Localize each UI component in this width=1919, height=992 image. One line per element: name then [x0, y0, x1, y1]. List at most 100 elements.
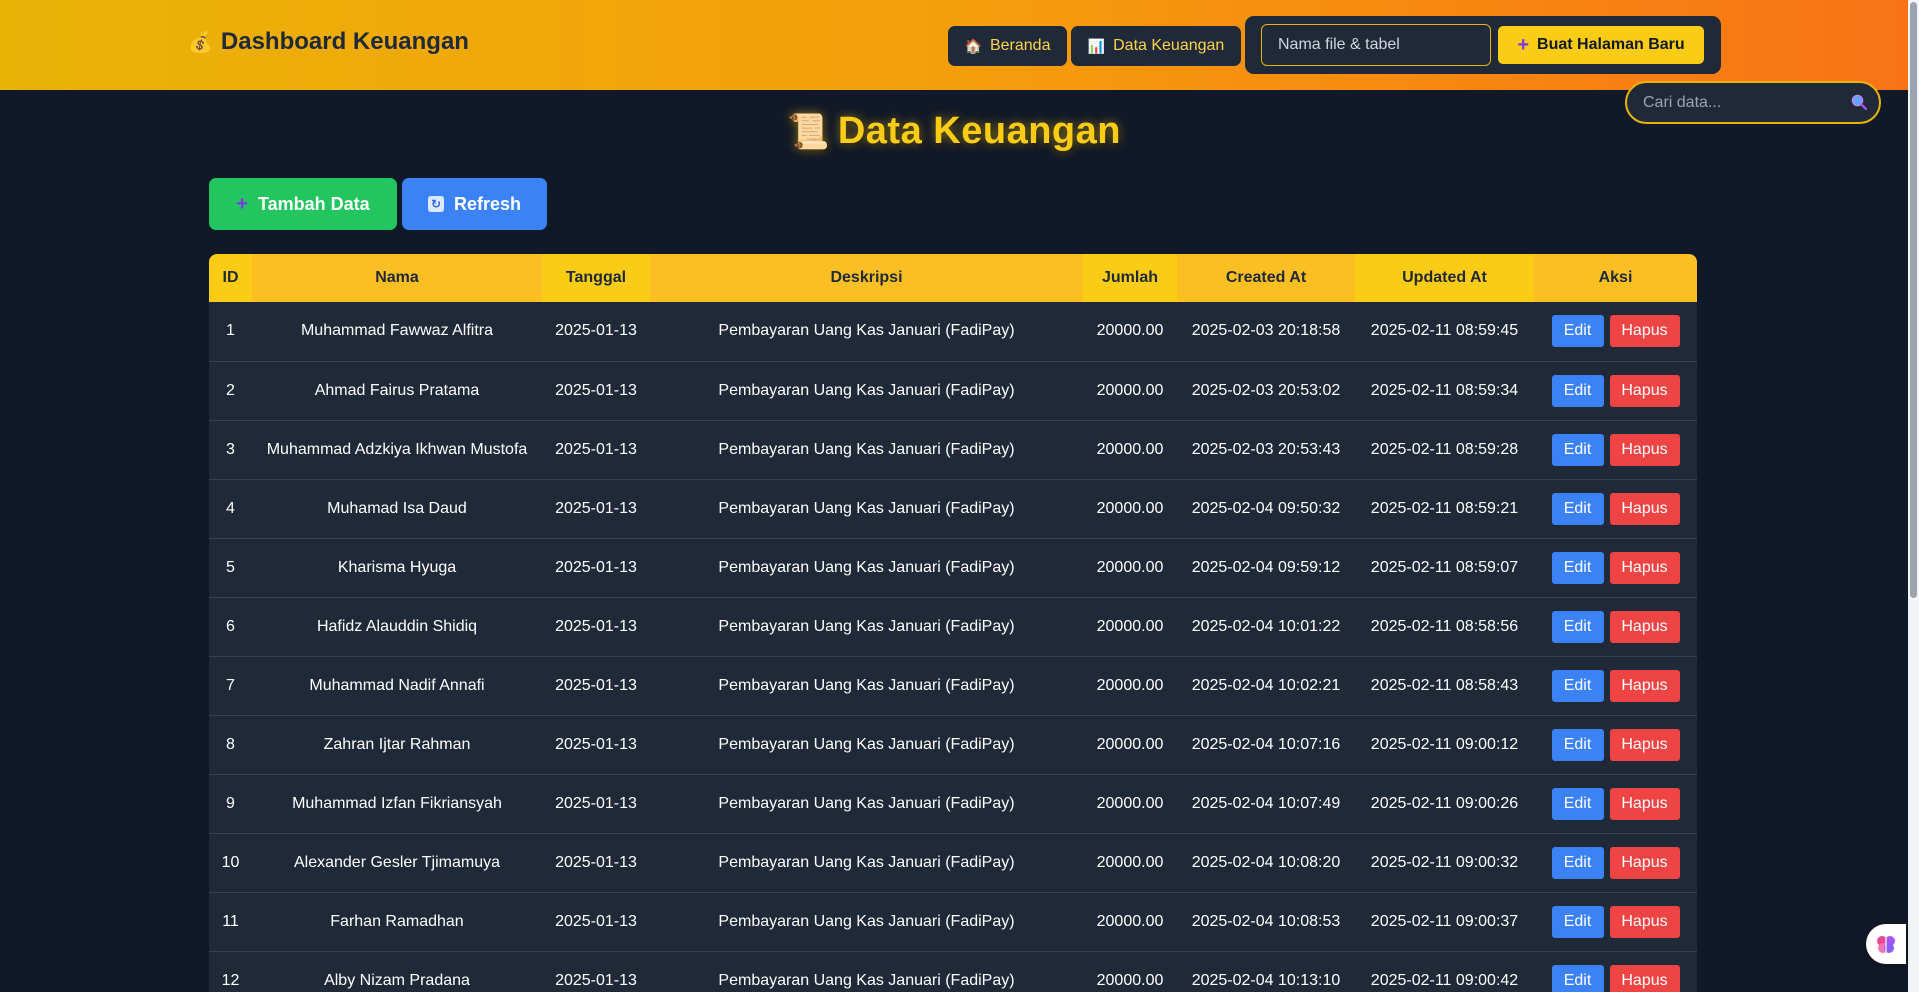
column-header-deskripsi[interactable]: Deskripsi	[650, 254, 1083, 302]
cell-nama: Alexander Gesler Tjimamuya	[293, 853, 500, 871]
delete-button[interactable]: Hapus	[1609, 315, 1680, 348]
column-header-tanggal[interactable]: Tanggal	[542, 254, 650, 302]
finance-table-container: ID Nama Tanggal Deskripsi Jumlah Created…	[209, 254, 1697, 992]
cell-jumlah: 20000.00	[1096, 794, 1164, 812]
cell-aksi: Edit Hapus	[1534, 656, 1697, 715]
cell-tanggal: 2025-01-13	[555, 735, 637, 753]
edit-button[interactable]: Edit	[1551, 374, 1604, 407]
cell-aksi: Edit Hapus	[1534, 774, 1697, 833]
add-data-label: Tambah Data	[257, 193, 370, 214]
delete-button[interactable]: Hapus	[1609, 787, 1680, 820]
cell-nama: Muhammad Nadif Annafi	[309, 676, 485, 694]
edit-button[interactable]: Edit	[1551, 905, 1604, 938]
brand-title: Dashboard Keuangan	[220, 28, 469, 55]
cell-aksi: Edit Hapus	[1534, 420, 1697, 479]
table-row: 4 Muhamad Isa Daud 2025-01-13 Pembayaran Ua…	[209, 479, 1697, 538]
delete-button[interactable]: Hapus	[1609, 610, 1680, 643]
cell-updated-at: 2025-02-11 08:58:56	[1370, 617, 1519, 635]
brain-icon	[1877, 936, 1895, 953]
delete-button[interactable]: Hapus	[1609, 492, 1680, 525]
cell-created-at: 2025-02-04 10:02:21	[1191, 676, 1341, 694]
cell-updated-at: 2025-02-11 09:00:12	[1370, 735, 1519, 753]
file-table-name-input[interactable]	[1261, 24, 1491, 66]
column-header-nama[interactable]: Nama	[252, 254, 542, 302]
delete-button[interactable]: Hapus	[1609, 905, 1680, 938]
cell-tanggal: 2025-01-13	[555, 499, 637, 517]
cell-updated-at: 2025-02-11 08:59:21	[1370, 499, 1519, 517]
table-body: 1 Muhammad Fawwaz Alfitra 2025-01-13 Pembay…	[209, 302, 1697, 992]
delete-button[interactable]: Hapus	[1609, 374, 1680, 407]
cell-tanggal: 2025-01-13	[555, 381, 637, 399]
cell-updated-at: 2025-02-11 09:00:42	[1370, 971, 1519, 989]
cell-updated-at: 2025-02-11 08:59:28	[1370, 440, 1519, 458]
delete-button[interactable]: Hapus	[1609, 728, 1680, 761]
edit-button[interactable]: Edit	[1551, 610, 1604, 643]
top-header: 💰 Dashboard Keuangan 🏠 Beranda 📊 Data Ke…	[0, 0, 1908, 90]
cell-created-at: 2025-02-04 09:59:12	[1191, 558, 1341, 576]
edit-button[interactable]: Edit	[1551, 669, 1604, 702]
column-header-created-at[interactable]: Created At	[1177, 254, 1355, 302]
delete-button[interactable]: Hapus	[1609, 669, 1680, 702]
edit-button[interactable]: Edit	[1551, 433, 1604, 466]
table-row: 9 Muhammad Izfan Fikriansyah 2025-01-13 Pem…	[209, 774, 1697, 833]
add-data-button[interactable]: + Tambah Data	[209, 178, 397, 230]
cell-jumlah: 20000.00	[1096, 912, 1164, 930]
cell-jumlah: 20000.00	[1096, 971, 1164, 989]
assistant-extension-button[interactable]	[1866, 924, 1906, 964]
brand[interactable]: 💰 Dashboard Keuangan	[188, 28, 469, 56]
page-title: 📜 Data Keuangan	[0, 110, 1908, 153]
page-scrollbar[interactable]	[1908, 0, 1919, 992]
edit-button[interactable]: Edit	[1551, 551, 1604, 584]
edit-button[interactable]: Edit	[1551, 787, 1604, 820]
table-row: 8 Zahran Ijtar Rahman 2025-01-13 Pembayaran…	[209, 715, 1697, 774]
edit-button[interactable]: Edit	[1551, 728, 1604, 761]
nav-data-keuangan-label: Data Keuangan	[1113, 37, 1225, 54]
refresh-icon: ↻	[427, 196, 444, 212]
edit-button[interactable]: Edit	[1551, 492, 1604, 525]
column-header-id[interactable]: ID	[209, 254, 252, 302]
cell-aksi: Edit Hapus	[1534, 302, 1697, 361]
cell-deskripsi: Pembayaran Uang Kas Januari (FadiPay)	[718, 912, 1015, 930]
cell-id: 11	[222, 912, 239, 930]
search-icon[interactable]	[1851, 94, 1867, 110]
cell-nama: Muhammad Izfan Fikriansyah	[292, 794, 502, 812]
cell-aksi: Edit Hapus	[1534, 951, 1697, 992]
cell-deskripsi: Pembayaran Uang Kas Januari (FadiPay)	[718, 499, 1015, 517]
cell-id: 2	[226, 381, 235, 399]
cell-created-at: 2025-02-04 10:01:22	[1191, 617, 1341, 635]
edit-button[interactable]: Edit	[1551, 964, 1604, 992]
nav-beranda-button[interactable]: 🏠 Beranda	[948, 26, 1067, 66]
refresh-label: Refresh	[453, 193, 522, 214]
refresh-button[interactable]: ↻ Refresh	[402, 178, 547, 230]
cell-aksi: Edit Hapus	[1534, 892, 1697, 951]
column-header-jumlah[interactable]: Jumlah	[1083, 254, 1177, 302]
delete-button[interactable]: Hapus	[1609, 551, 1680, 584]
cell-id: 7	[226, 676, 235, 694]
scroll-icon: 📜	[787, 113, 830, 151]
cell-jumlah: 20000.00	[1096, 381, 1164, 399]
edit-button[interactable]: Edit	[1551, 846, 1604, 879]
create-page-form: + Buat Halaman Baru	[1245, 16, 1721, 74]
cell-created-at: 2025-02-04 10:07:16	[1191, 735, 1341, 753]
delete-button[interactable]: Hapus	[1609, 433, 1680, 466]
delete-button[interactable]: Hapus	[1609, 964, 1680, 992]
scrollbar-thumb[interactable]	[1910, 2, 1917, 598]
column-header-updated-at[interactable]: Updated At	[1355, 254, 1534, 302]
edit-button[interactable]: Edit	[1551, 315, 1604, 348]
table-row: 10 Alexander Gesler Tjimamuya 2025-01-13 Pe…	[209, 833, 1697, 892]
cell-id: 10	[221, 853, 240, 871]
cell-jumlah: 20000.00	[1096, 853, 1164, 871]
finance-table: ID Nama Tanggal Deskripsi Jumlah Created…	[209, 254, 1697, 992]
cell-nama: Alby Nizam Pradana	[324, 971, 470, 989]
create-page-button[interactable]: + Buat Halaman Baru	[1498, 26, 1704, 64]
cell-nama: Hafidz Alauddin Shidiq	[316, 617, 478, 635]
cell-nama: Ahmad Fairus Pratama	[314, 381, 480, 399]
nav-data-keuangan-button[interactable]: 📊 Data Keuangan	[1071, 26, 1241, 66]
chart-icon: 📊	[1087, 37, 1106, 54]
cell-updated-at: 2025-02-11 08:58:43	[1370, 676, 1519, 694]
cell-jumlah: 20000.00	[1096, 499, 1164, 517]
cell-id: 5	[226, 558, 235, 576]
cell-deskripsi: Pembayaran Uang Kas Januari (FadiPay)	[718, 735, 1015, 753]
delete-button[interactable]: Hapus	[1609, 846, 1680, 879]
cell-deskripsi: Pembayaran Uang Kas Januari (FadiPay)	[718, 381, 1015, 399]
